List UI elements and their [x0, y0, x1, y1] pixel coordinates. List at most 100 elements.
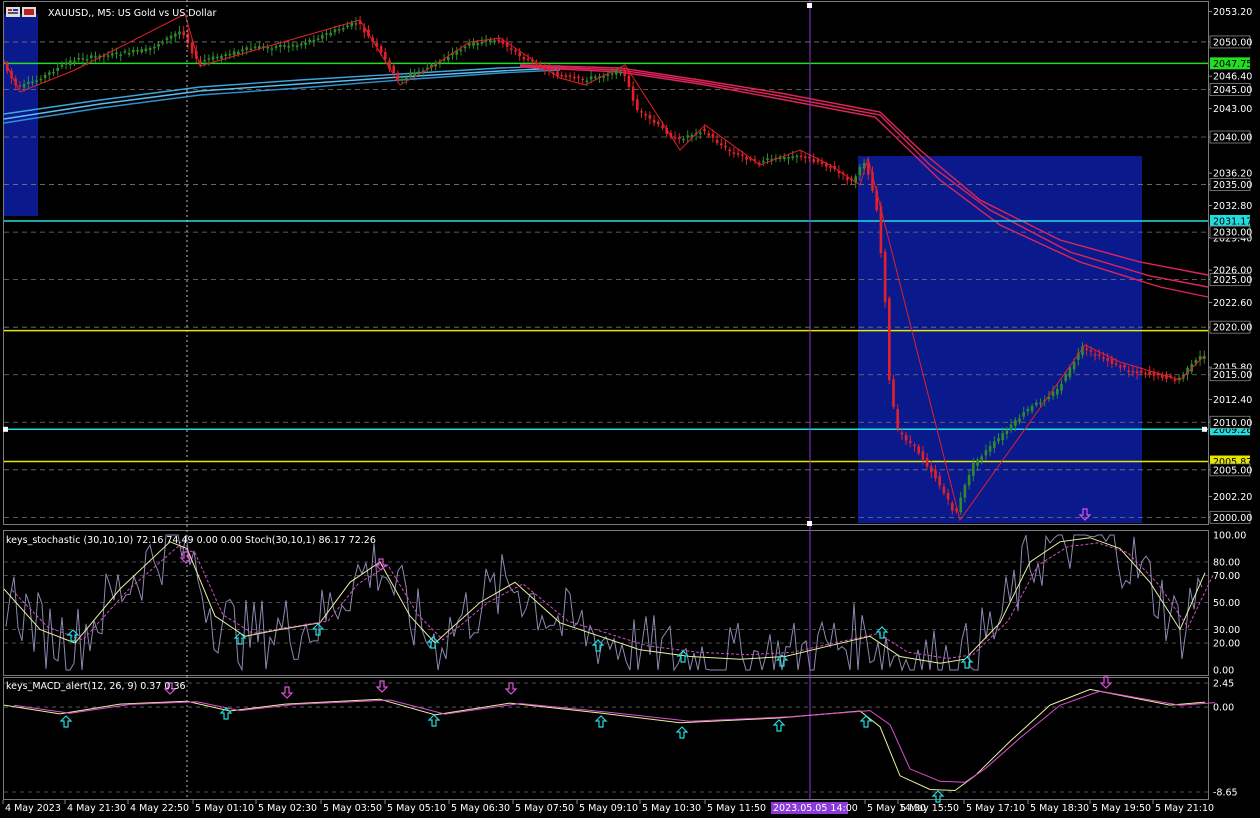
candle-body — [300, 43, 303, 46]
candle-body — [279, 44, 282, 48]
candle-body — [329, 32, 332, 36]
candle-body — [883, 251, 887, 302]
candle-body — [581, 78, 584, 81]
candle-body — [1060, 383, 1063, 391]
time-tick-label: 4 May 22:50 — [130, 803, 189, 814]
candle-body — [459, 49, 463, 52]
candle-body — [951, 503, 954, 511]
candle-body — [392, 65, 395, 73]
candle-body — [900, 432, 904, 435]
candle-body — [1030, 405, 1034, 412]
candle-body — [64, 63, 68, 65]
time-tick-label: 5 May 17:10 — [966, 803, 1025, 814]
candle-body — [514, 50, 517, 52]
candle-body — [480, 42, 484, 44]
time-tick-label: 5 May 07:50 — [515, 803, 574, 814]
candle-body — [43, 74, 47, 79]
candle-body — [917, 446, 920, 454]
crosshair-time-label: 2023.05.05 14:00 — [773, 803, 858, 814]
candle-body — [766, 158, 769, 161]
candle-body — [115, 52, 118, 54]
candle-body — [1026, 408, 1030, 412]
candle-body — [631, 86, 635, 101]
candle-body — [140, 49, 143, 53]
candle-body — [1135, 371, 1139, 374]
candle-body — [799, 155, 803, 158]
candle-body — [711, 133, 715, 138]
candle-body — [820, 161, 824, 164]
candle-body — [1106, 358, 1109, 361]
candle-body — [216, 56, 219, 59]
candle-body — [1014, 419, 1017, 426]
candle-body — [342, 28, 345, 30]
crosshair-handle-bottom[interactable] — [807, 521, 812, 526]
candle-body — [942, 486, 946, 494]
candle-body — [174, 33, 177, 37]
candle-body — [1001, 433, 1004, 441]
candle-body — [274, 46, 278, 48]
time-tick-label: 5 May 01:10 — [195, 803, 254, 814]
candle-body — [619, 72, 622, 74]
candle-body — [610, 73, 614, 75]
candle-body — [640, 111, 643, 113]
candle-body — [165, 37, 169, 40]
candle-body — [1039, 402, 1042, 404]
candle-body — [577, 76, 580, 79]
candle-body — [1131, 370, 1135, 373]
candle-body — [287, 46, 290, 48]
candle-body — [81, 58, 85, 60]
candle-body — [48, 72, 51, 75]
macd-frame — [3, 677, 1209, 800]
candle-body — [199, 60, 202, 63]
candle-body — [417, 71, 421, 73]
candle-body — [379, 46, 383, 53]
candle-body — [106, 55, 110, 57]
candle-body — [136, 49, 139, 52]
candle-body — [127, 52, 131, 55]
stoch-tick-label: 100.00 — [1213, 531, 1246, 542]
candle-body — [308, 39, 311, 43]
time-axis[interactable]: 4 May 2023 4 May 21:30 4 May 22:50 5 May 01… — [2, 800, 1214, 814]
candle-body — [447, 57, 450, 61]
candle-body — [1022, 412, 1025, 417]
time-tick-label: 5 May 21:10 — [1155, 803, 1214, 814]
candle-body — [1072, 362, 1076, 370]
candle-body — [652, 119, 656, 123]
macd-axis: 2.45 0.00 -8.65 — [1213, 679, 1238, 799]
price-tick-label: 2036.20 — [1213, 169, 1252, 180]
candle-body — [1144, 373, 1147, 375]
candle-body — [35, 80, 38, 82]
candle-body — [228, 53, 232, 56]
candle-body — [400, 78, 404, 81]
candle-body — [539, 66, 542, 69]
candle-body — [745, 157, 748, 160]
crosshair-handle-top[interactable] — [807, 3, 812, 8]
candle-body — [795, 155, 799, 158]
candle-body — [573, 76, 576, 79]
candle-body — [18, 85, 22, 87]
price-box-label: 2040.00 — [1213, 133, 1252, 144]
candle-body — [728, 149, 731, 152]
candle-body — [1009, 424, 1013, 431]
candle-body — [678, 137, 681, 140]
candle-body — [111, 53, 114, 56]
level-handle-left[interactable] — [3, 426, 8, 432]
candle-body — [736, 153, 740, 155]
candle-body — [94, 56, 97, 58]
price-axis[interactable]: 2053.20 2050.00 2046.40 2045.00 2043.00 2040.… — [1208, 7, 1252, 524]
candle-body — [997, 438, 1000, 442]
candle-body — [934, 469, 937, 479]
candle-body — [627, 75, 631, 87]
price-tick-label: 2046.40 — [1213, 72, 1252, 83]
candle-body — [354, 23, 358, 25]
time-tick-label: 5 May 02:30 — [258, 803, 317, 814]
candle-body — [27, 81, 30, 84]
trading-chart[interactable]: 2047.752031.172009.262005.87 XAUUSD,, M5… — [0, 0, 1260, 818]
candle-body — [993, 441, 996, 448]
candle-body — [938, 476, 941, 486]
candle-body — [594, 76, 597, 79]
candle-body — [1102, 357, 1105, 359]
level-handle-right[interactable] — [1202, 426, 1207, 432]
candle-body — [657, 121, 660, 125]
time-tick-label: 5 May 11:50 — [707, 803, 766, 814]
